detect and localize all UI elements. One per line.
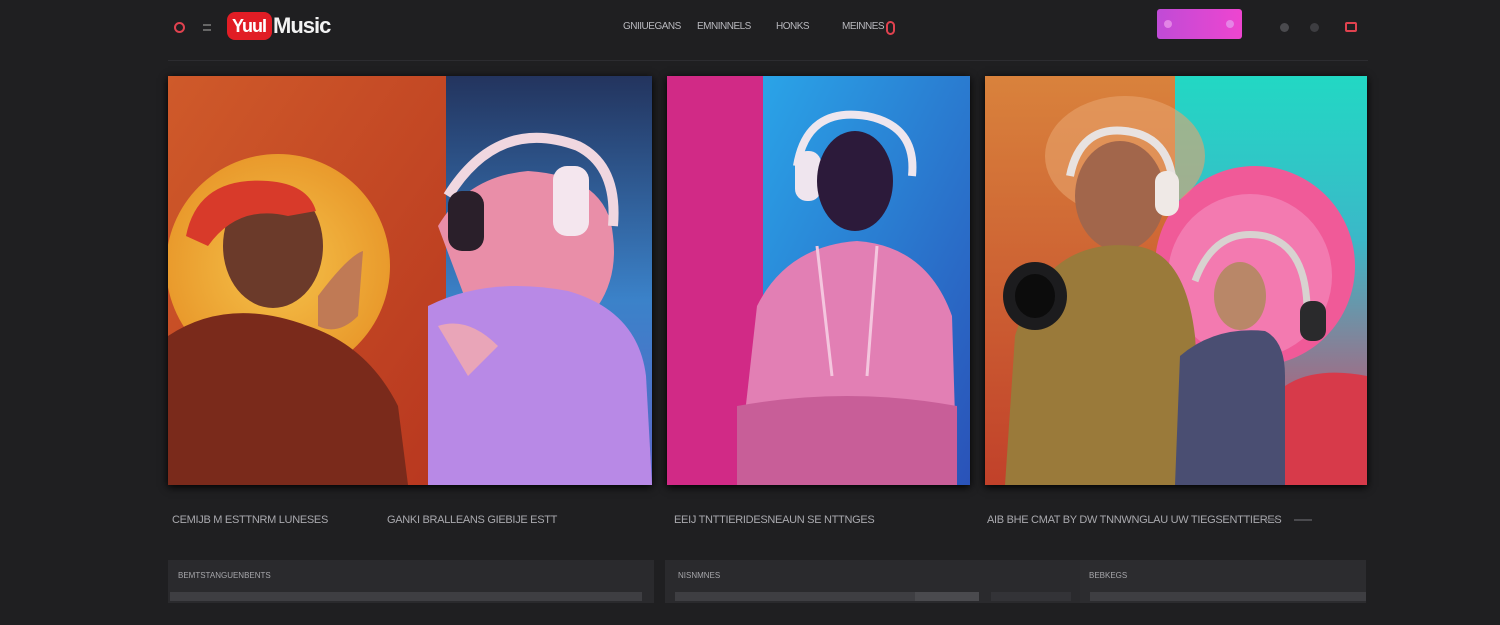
- more-dots[interactable]: [1294, 519, 1312, 521]
- top-bar: YuuI Music GNIIUEGANS EMNINNELS HONKS ME…: [0, 0, 1500, 61]
- settings-icon[interactable]: [1280, 23, 1289, 32]
- panel-progress-bar: [915, 592, 979, 601]
- card-caption[interactable]: CEMIJB M ESTTNRM LUNESES: [172, 514, 328, 526]
- card-pink-hoodie[interactable]: [667, 76, 970, 485]
- header-divider: [168, 60, 1368, 61]
- primary-cta-button[interactable]: [1157, 9, 1242, 39]
- card-headphones-duo[interactable]: [985, 76, 1367, 485]
- card-artists-orange[interactable]: [168, 76, 652, 485]
- panel-progress-bar: [991, 592, 1071, 601]
- nav-link-4[interactable]: MEINNES: [842, 21, 885, 32]
- card-caption[interactable]: EEIJ TNTTIERIDESNEAUN SE NTTNGES: [674, 514, 875, 526]
- panel-progress-bar: [1090, 592, 1366, 601]
- logo-badge: YuuI: [227, 12, 273, 40]
- logo[interactable]: YuuI Music: [227, 10, 331, 42]
- nav-link-2[interactable]: EMNINNELS: [697, 21, 751, 32]
- card-caption[interactable]: AIB BHE CMAT BY DW TNNWNGLAU UW TIEGSENT…: [987, 514, 1282, 526]
- bottom-panel[interactable]: NISNMNES: [665, 560, 1080, 603]
- mic-icon[interactable]: [886, 21, 895, 35]
- panel-progress-bar: [170, 592, 642, 601]
- card-artwork: [667, 76, 970, 485]
- card-caption[interactable]: GANKI BRALLEANS GIEBIJE ESTT: [387, 514, 557, 526]
- nav-link-1[interactable]: GNIIUEGANS: [623, 21, 681, 32]
- panel-title: NISNMNES: [678, 571, 721, 580]
- card-artwork: [985, 76, 1367, 485]
- bottom-panel[interactable]: BEMTSTANGUENBENTS: [168, 560, 654, 603]
- panel-title: BEBKEGS: [1089, 571, 1128, 580]
- nav-link-3[interactable]: HONKS: [776, 21, 810, 32]
- more-dots[interactable]: [1266, 519, 1276, 521]
- menu-icon[interactable]: [203, 24, 211, 31]
- panel-progress-bar: [675, 592, 915, 601]
- cta-icon-right: [1226, 20, 1234, 28]
- card-artwork: [168, 76, 652, 485]
- bottom-panel[interactable]: BEBKEGS: [1080, 560, 1366, 603]
- panel-title: BEMTSTANGUENBENTS: [178, 571, 271, 580]
- cast-icon[interactable]: [1345, 22, 1357, 32]
- record-icon[interactable]: [174, 22, 185, 33]
- notification-icon[interactable]: [1310, 23, 1319, 32]
- logo-text: Music: [273, 13, 331, 38]
- cta-icon-left: [1164, 20, 1172, 28]
